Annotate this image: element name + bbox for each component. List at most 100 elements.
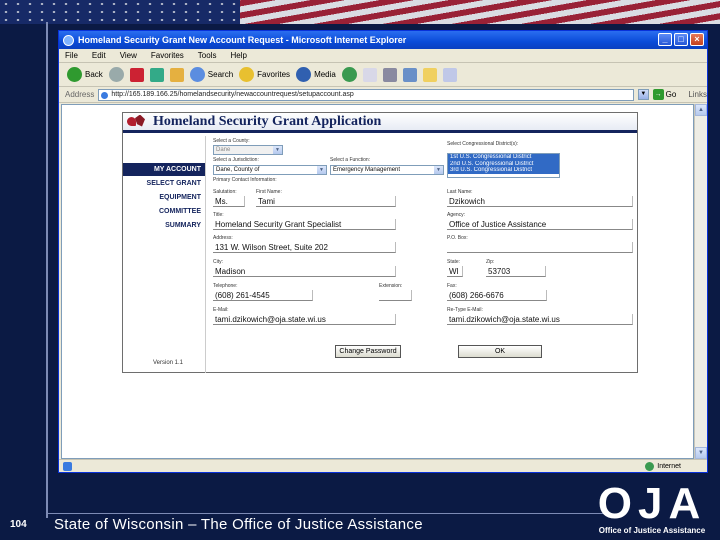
stop-icon[interactable] <box>129 67 144 82</box>
telephone-label: Telephone: <box>213 283 238 289</box>
window-titlebar[interactable]: Homeland Security Grant New Account Requ… <box>59 31 707 49</box>
star-icon <box>239 67 255 82</box>
salutation-field[interactable]: Ms. <box>213 196 245 207</box>
menu-view[interactable]: View <box>120 51 137 60</box>
nav-select-grant[interactable]: SELECT GRANT <box>123 177 205 191</box>
email-field[interactable]: tami.dzikowich@oja.state.wi.us <box>213 314 396 325</box>
po-box-field[interactable] <box>447 242 633 253</box>
vertical-scrollbar[interactable]: ▲ ▼ <box>694 104 707 459</box>
home-icon[interactable] <box>169 67 184 82</box>
app-title: Homeland Security Grant Application <box>153 113 382 129</box>
left-divider <box>46 22 48 518</box>
first-name-field[interactable]: Tami <box>256 196 396 207</box>
fax-field[interactable]: (608) 266-6676 <box>447 290 547 301</box>
sidebar-divider <box>205 136 206 373</box>
county-select[interactable]: Dane ▼ <box>213 145 283 155</box>
back-button[interactable]: Back <box>67 67 103 82</box>
ok-button[interactable]: OK <box>458 345 542 358</box>
district-option[interactable]: 3rd U.S. Congressional District <box>448 167 559 174</box>
slide-number: 104 <box>10 519 27 530</box>
fax-label: Fax: <box>447 283 457 289</box>
page-done-icon <box>63 462 72 471</box>
jurisdiction-select[interactable]: Dane, County of ▼ <box>213 165 327 175</box>
contact-section-label: Primary Contact Information: <box>213 177 277 183</box>
city-label: City: <box>213 259 223 265</box>
favorites-label: Favorites <box>257 70 291 79</box>
nav-committee[interactable]: COMMITTEE <box>123 205 205 219</box>
links-label[interactable]: Links <box>688 90 707 99</box>
county-value: Dane <box>216 147 231 153</box>
history-icon[interactable] <box>341 67 357 82</box>
nav-my-account[interactable]: MY ACCOUNT <box>123 163 205 177</box>
app-logo-icon <box>127 115 147 129</box>
menu-help[interactable]: Help <box>230 51 246 60</box>
toolbar: Back Search Favorites Media <box>59 63 707 87</box>
address-bar: Address http://165.189.166.25/homelandse… <box>59 87 707 103</box>
zip-label: Zip: <box>486 259 495 265</box>
district-listbox[interactable]: 1st U.S. Congressional District 2nd U.S.… <box>447 153 560 178</box>
zip-field[interactable]: 53703 <box>486 266 546 277</box>
ie-icon <box>63 34 74 46</box>
media-label: Media <box>314 70 336 79</box>
print-icon[interactable] <box>382 67 397 82</box>
menu-tools[interactable]: Tools <box>198 51 217 60</box>
go-label: Go <box>665 90 677 99</box>
security-zone: Internet <box>645 462 681 471</box>
close-button[interactable]: × <box>690 33 704 46</box>
address-dropdown-icon[interactable]: ▼ <box>637 89 649 100</box>
title-label: Title: <box>213 212 224 218</box>
nav-summary[interactable]: SUMMARY <box>123 219 205 233</box>
function-value: Emergency Management <box>333 167 401 173</box>
last-name-label: Last Name: <box>447 189 473 195</box>
agency-label: Agency: <box>447 212 466 218</box>
forward-arrow-icon[interactable] <box>108 67 124 82</box>
media-icon <box>296 67 312 82</box>
zone-label: Internet <box>657 463 681 470</box>
jurisdiction-label: Select a Jurisdiction: <box>213 157 259 163</box>
go-arrow-icon: → <box>652 89 664 100</box>
favorites-button[interactable]: Favorites <box>239 67 290 82</box>
email-label: E-Mail: <box>213 307 229 313</box>
title-field[interactable]: Homeland Security Grant Specialist <box>213 219 396 230</box>
last-name-field[interactable]: Dzikowich <box>447 196 633 207</box>
function-select[interactable]: Emergency Management ▼ <box>330 165 444 175</box>
address-field[interactable]: 131 W. Wilson Street, Suite 202 <box>213 242 396 253</box>
grant-app: Homeland Security Grant Application MY A… <box>122 112 638 373</box>
app-header: Homeland Security Grant Application <box>123 113 637 133</box>
district-label: Select Congressional District(s): <box>447 141 519 147</box>
scroll-down-icon[interactable]: ▼ <box>695 447 707 459</box>
change-password-button[interactable]: Change Password <box>335 345 401 358</box>
menu-bar: File Edit View Favorites Tools Help <box>59 49 707 63</box>
scroll-up-icon[interactable]: ▲ <box>695 104 707 116</box>
messenger-icon[interactable] <box>442 67 457 82</box>
agency-field[interactable]: Office of Justice Assistance <box>447 219 633 230</box>
mail-icon[interactable] <box>362 67 377 82</box>
minimize-button[interactable]: _ <box>658 33 672 46</box>
go-button[interactable]: → Go <box>652 89 677 100</box>
version-text: Version 1.1 <box>153 360 184 366</box>
media-button[interactable]: Media <box>296 67 336 82</box>
extension-field[interactable] <box>379 290 412 301</box>
telephone-field[interactable]: (608) 261-4545 <box>213 290 313 301</box>
discuss-icon[interactable] <box>422 67 437 82</box>
reemail-field[interactable]: tami.dzikowich@oja.state.wi.us <box>447 314 633 325</box>
chevron-down-icon: ▼ <box>317 166 326 174</box>
salutation-label: Salutation: <box>213 189 237 195</box>
first-name-label: First Name: <box>256 189 282 195</box>
city-field[interactable]: Madison <box>213 266 396 277</box>
logo-caption: Office of Justice Assistance <box>598 526 706 535</box>
menu-edit[interactable]: Edit <box>92 51 106 60</box>
reemail-label: Re-Type E-Mail: <box>447 307 483 313</box>
po-box-label: P.O. Box: <box>447 235 468 241</box>
refresh-icon[interactable] <box>149 67 164 82</box>
back-label: Back <box>85 70 103 79</box>
menu-file[interactable]: File <box>65 51 78 60</box>
edit-icon[interactable] <box>402 67 417 82</box>
browser-window: Homeland Security Grant New Account Requ… <box>58 30 708 473</box>
menu-favorites[interactable]: Favorites <box>151 51 184 60</box>
state-field[interactable]: WI <box>447 266 463 277</box>
search-button[interactable]: Search <box>189 67 233 82</box>
address-input[interactable]: http://165.189.166.25/homelandsecurity/n… <box>98 88 634 101</box>
nav-equipment[interactable]: EQUIPMENT <box>123 191 205 205</box>
maximize-button[interactable]: □ <box>674 33 688 46</box>
